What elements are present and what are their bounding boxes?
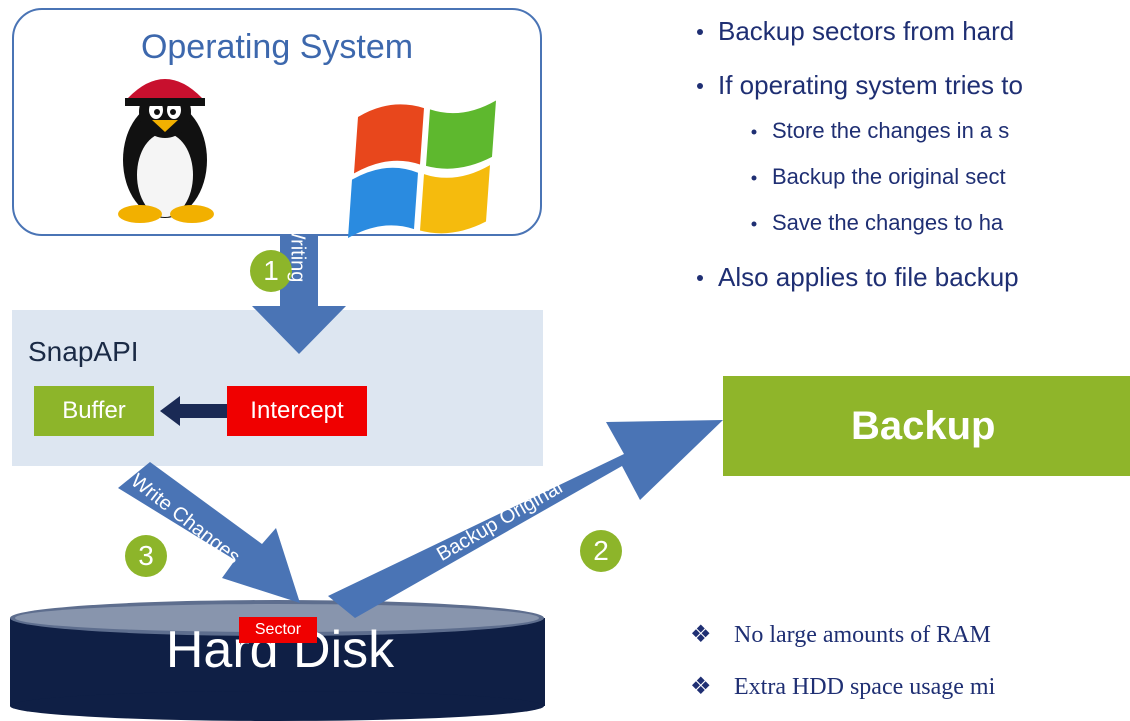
note-text: No large amounts of RAM (734, 622, 991, 648)
bullet-text: Also applies to file backup (718, 262, 1019, 292)
bullet-text: Backup sectors from hard (718, 16, 1015, 46)
bullet-item: If operating system tries to (688, 70, 1023, 101)
windows-logo-icon (348, 100, 496, 239)
note-item: ❖ Extra HDD space usage mi (690, 672, 995, 701)
note-item: ❖ No large amounts of RAM (690, 620, 991, 649)
intercept-to-buffer-arrow (160, 396, 227, 426)
bullet-item: Backup sectors from hard (688, 16, 1014, 47)
sub-bullet-item: Save the changes to ha (742, 210, 1003, 236)
note-text: Extra HDD space usage mi (734, 674, 996, 700)
step-3-badge: 3 (125, 535, 167, 577)
diamond-bullet-icon: ❖ (690, 674, 712, 700)
bullet-text: Backup the original sect (772, 164, 1006, 189)
sector-label: Sector (239, 617, 317, 643)
step-2-badge: 2 (580, 530, 622, 572)
bullet-text: If operating system tries to (718, 70, 1023, 100)
bullet-dot-icons (697, 29, 757, 281)
linux-tux-icon (118, 79, 214, 223)
diagram-art (10, 29, 757, 721)
bullet-text: Store the changes in a s (772, 118, 1010, 143)
sub-bullet-item: Store the changes in a s (742, 118, 1009, 144)
writing-arrow-label: Writing (286, 220, 309, 283)
bullet-item: Also applies to file backup (688, 262, 1019, 293)
backup-label: Backup (851, 403, 996, 448)
diamond-bullet-icon: ❖ (690, 622, 712, 648)
bullet-text: Save the changes to ha (772, 210, 1004, 235)
sub-bullet-item: Backup the original sect (742, 164, 1006, 190)
